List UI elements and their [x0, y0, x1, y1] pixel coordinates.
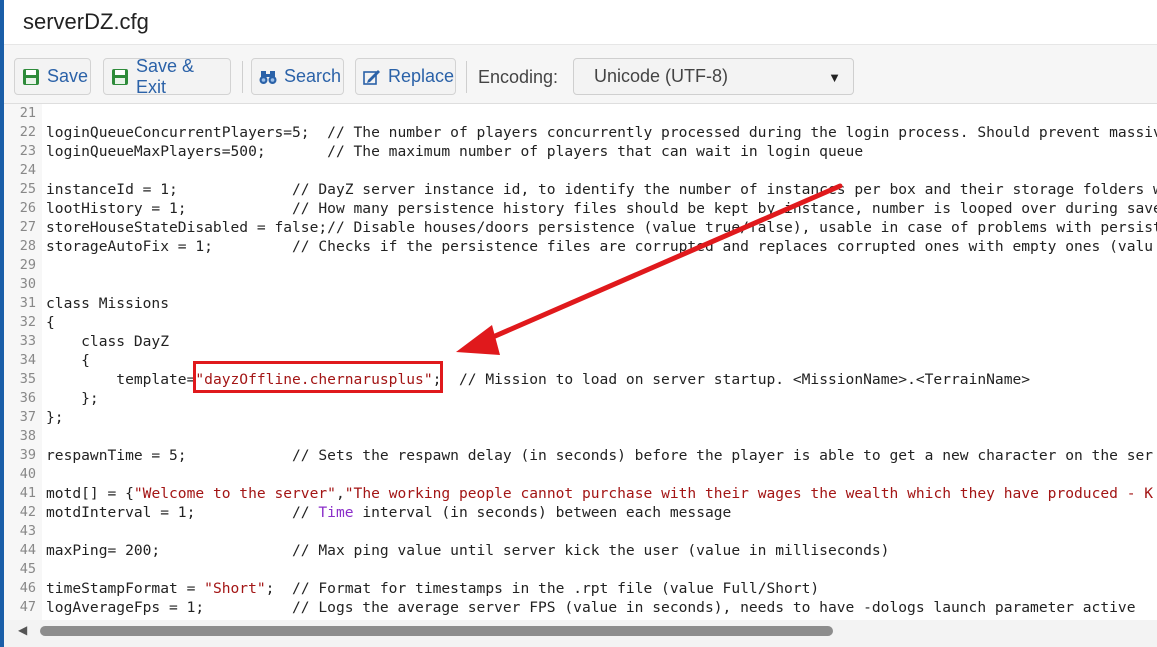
scroll-left-icon[interactable]: ◀ — [18, 623, 27, 637]
replace-icon — [362, 67, 382, 87]
dropdown-caret-icon: ▼ — [828, 70, 841, 85]
toolbar: Save Save & Exit Search Replace Encoding… — [4, 44, 1157, 104]
toolbar-divider — [466, 61, 467, 93]
annotation-arrow — [456, 183, 843, 355]
save-exit-label: Save & Exit — [136, 55, 195, 97]
floppy-disk-icon — [21, 67, 41, 87]
horizontal-scrollbar-thumb[interactable] — [40, 626, 833, 636]
binoculars-icon — [258, 67, 278, 87]
save-exit-button[interactable]: Save & Exit — [103, 55, 231, 97]
window-title: serverDZ.cfg — [23, 9, 149, 34]
encoding-value: Unicode (UTF-8) — [594, 66, 729, 86]
replace-button[interactable]: Replace — [355, 58, 456, 95]
replace-label: Replace — [388, 66, 455, 86]
toolbar-divider — [242, 61, 243, 93]
search-label: Search — [284, 66, 342, 86]
search-button[interactable]: Search — [251, 58, 344, 95]
encoding-label: Encoding: — [478, 67, 559, 87]
editor-window: serverDZ.cfg Save Save & Exit Search Rep — [4, 0, 1157, 647]
save-button[interactable]: Save — [14, 58, 91, 95]
code-editor[interactable]: 21 22 loginQueueConcurrentPlayers=5; // Th… — [4, 104, 1157, 634]
encoding-select[interactable]: Unicode (UTF-8) ▼ — [573, 58, 854, 95]
floppy-disk-icon — [110, 67, 130, 87]
save-label: Save — [47, 66, 89, 86]
